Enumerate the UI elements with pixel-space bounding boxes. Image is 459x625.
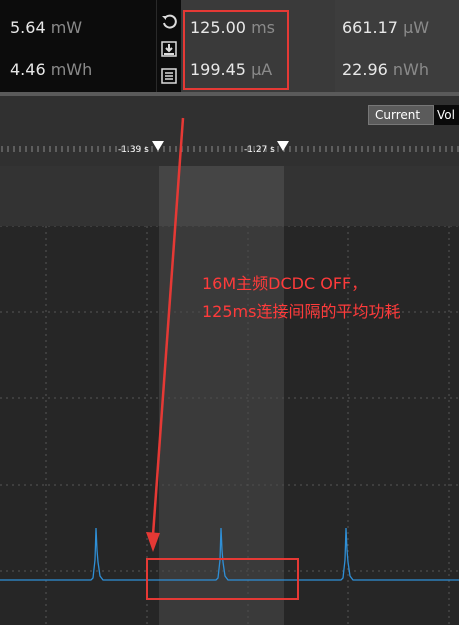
annotation-line-2: 125ms连接间隔的平均功耗 bbox=[202, 302, 401, 321]
annotation-text: 16M主频DCDC OFF， 125ms连接间隔的平均功耗 bbox=[202, 270, 400, 326]
annotation-line-1: 16M主频DCDC OFF， bbox=[202, 274, 368, 293]
